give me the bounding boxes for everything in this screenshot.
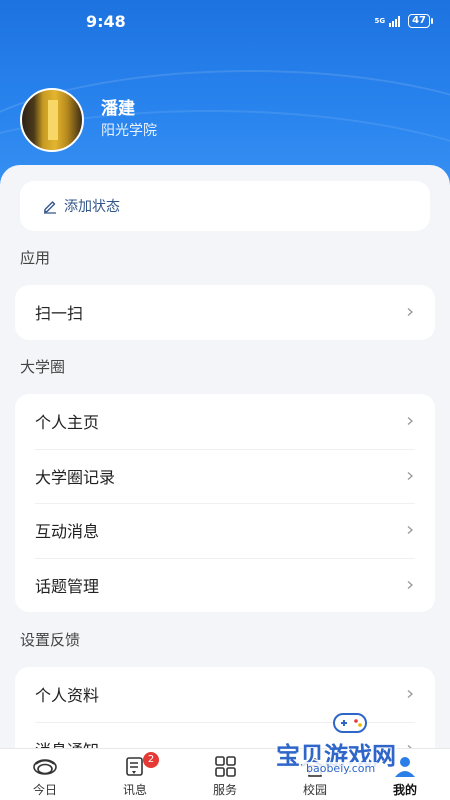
signal-icon (389, 15, 401, 27)
pencil-icon (44, 201, 56, 214)
menu-item-label: 个人主页 (35, 413, 100, 433)
message-badge: 2 (143, 752, 159, 768)
add-status-label: 添加状态 (64, 199, 120, 215)
chevron-right-icon (407, 417, 413, 426)
settings-card: 个人资料 消息通知 (15, 667, 435, 755)
nav-label: 今日 (32, 783, 57, 797)
menu-item-label: 话题管理 (35, 576, 100, 596)
menu-item-interactions[interactable]: 互动消息 (15, 503, 435, 558)
avatar[interactable] (20, 88, 84, 152)
nav-campus[interactable]: 校园 (270, 749, 360, 800)
menu-item-profile[interactable]: 个人资料 (15, 667, 435, 722)
grid-icon (215, 756, 236, 777)
apps-card: 扫一扫 (15, 285, 435, 340)
chevron-right-icon (407, 690, 413, 699)
status-time: 9:48 (86, 12, 126, 31)
circle-card: 个人主页 大学圈记录 互动消息 话题管理 (15, 394, 435, 612)
nav-label: 讯息 (122, 783, 147, 797)
main-content: 添加状态 应用 扫一扫 大学圈 个人主页 大学圈记录 互动消息 话题管理 设置反… (0, 165, 450, 755)
menu-item-label: 个人资料 (35, 686, 100, 706)
nav-services[interactable]: 服务 (180, 749, 270, 800)
nav-today[interactable]: 今日 (0, 749, 90, 800)
menu-item-label: 互动消息 (35, 522, 100, 542)
status-indicators: 5G 47 (374, 14, 433, 28)
today-logo-icon (33, 759, 57, 775)
bottom-nav: 今日 2 讯息 服务 校园 我的 (0, 748, 450, 800)
menu-item-scan[interactable]: 扫一扫 (15, 285, 435, 340)
chevron-right-icon (407, 308, 413, 317)
campus-icon (305, 757, 325, 777)
chevron-right-icon (407, 526, 413, 535)
avatar-image (48, 100, 58, 140)
section-title-settings: 设置反馈 (20, 631, 81, 649)
chevron-right-icon (407, 580, 413, 589)
status-bar: 9:48 5G 47 (0, 0, 450, 44)
profile-icon (395, 757, 415, 777)
nav-label: 服务 (212, 783, 237, 797)
menu-item-homepage[interactable]: 个人主页 (15, 394, 435, 449)
network-type: 5G (374, 16, 386, 25)
section-title-circle: 大学圈 (20, 358, 66, 376)
nav-label: 我的 (392, 783, 417, 797)
add-status-button[interactable]: 添加状态 (20, 181, 430, 231)
menu-item-topics[interactable]: 话题管理 (15, 557, 435, 613)
section-title-apps: 应用 (20, 249, 51, 267)
menu-item-label: 大学圈记录 (35, 467, 116, 487)
chevron-right-icon (407, 471, 413, 480)
nav-label: 校园 (302, 783, 327, 797)
profile-name[interactable]: 潘建 (101, 94, 135, 119)
battery-icon: 47 (408, 14, 433, 28)
profile-school: 阳光学院 (101, 123, 157, 139)
menu-item-circle-records[interactable]: 大学圈记录 (15, 448, 435, 504)
menu-item-label: 扫一扫 (35, 304, 84, 324)
nav-messages[interactable]: 2 讯息 (90, 749, 180, 800)
nav-mine[interactable]: 我的 (360, 749, 450, 800)
